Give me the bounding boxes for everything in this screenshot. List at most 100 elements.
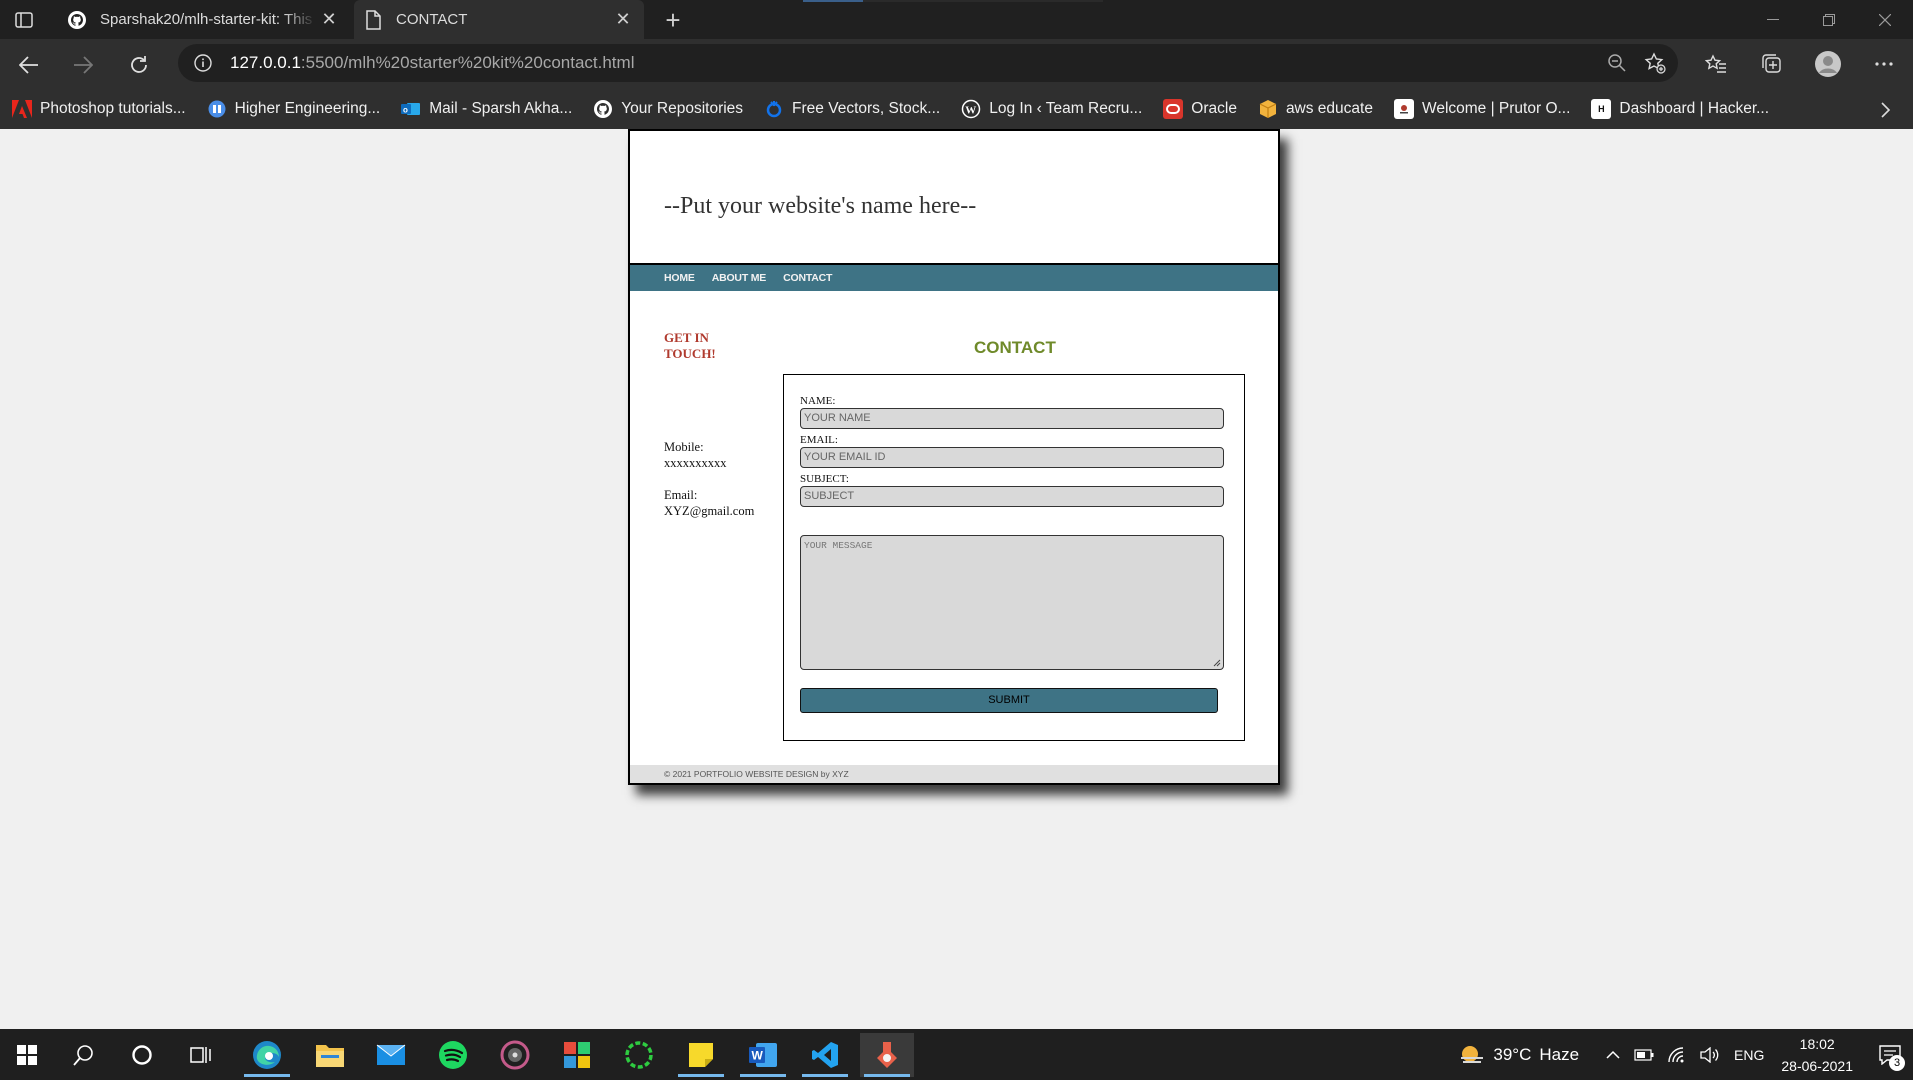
weather-haze-icon — [1461, 1045, 1484, 1063]
wifi-icon[interactable] — [1668, 1046, 1686, 1063]
bookmark-hackerrank[interactable]: H Dashboard | Hacker... — [1591, 99, 1769, 119]
site-header: --Put your website's name here-- — [630, 131, 1278, 265]
email-input[interactable]: YOUR EMAIL ID — [800, 447, 1224, 468]
chevron-up-icon[interactable] — [1606, 1050, 1620, 1059]
bookmark-free-vectors[interactable]: Free Vectors, Stock... — [764, 99, 940, 119]
clock[interactable]: 18:02 28-06-2021 — [1781, 1033, 1853, 1077]
tab-title: CONTACT — [396, 11, 468, 28]
system-tray: 39°C Haze ENG 18:02 28-06-2021 3 — [1459, 1029, 1913, 1080]
back-icon[interactable] — [12, 48, 46, 82]
window-controls — [1745, 0, 1913, 39]
resize-grip-icon[interactable] — [1213, 659, 1221, 667]
bookmark-label: Welcome | Prutor O... — [1421, 100, 1571, 117]
close-window-icon[interactable] — [1857, 0, 1913, 39]
bookmark-label: Your Repositories — [621, 100, 744, 117]
weather-temp: 39°C — [1493, 1044, 1532, 1064]
svg-text:W: W — [752, 1049, 764, 1063]
submit-button[interactable]: SUBMIT — [800, 688, 1218, 713]
file-explorer-icon[interactable] — [303, 1033, 357, 1077]
url-text[interactable]: 127.0.0.1:5500/mlh%20starter%20kit%20con… — [230, 53, 634, 73]
browser-window: Sparshak20/mlh-starter-kit: This is a st… — [0, 0, 1913, 1029]
task-view-icon[interactable] — [174, 1033, 228, 1077]
forward-icon[interactable] — [66, 48, 100, 82]
battery-icon[interactable] — [1634, 1048, 1654, 1061]
info-icon[interactable] — [192, 52, 214, 74]
address-bar[interactable]: 127.0.0.1:5500/mlh%20starter%20kit%20con… — [178, 44, 1678, 82]
adobe-icon — [12, 99, 32, 119]
clock-time: 18:02 — [1799, 1035, 1835, 1052]
bookmark-higher-engineering[interactable]: Higher Engineering... — [207, 99, 381, 119]
vscode-icon[interactable] — [798, 1033, 852, 1077]
weather-widget[interactable]: 39°C Haze — [1459, 1044, 1579, 1066]
new-tab-button[interactable]: + — [658, 5, 688, 35]
contact-form: NAME: YOUR NAME EMAIL: YOUR EMAIL ID SUB… — [783, 374, 1245, 741]
profile-avatar[interactable] — [1807, 46, 1849, 82]
tab-strip: Sparshak20/mlh-starter-kit: This is a st… — [0, 0, 1913, 39]
toolbar-right — [1695, 46, 1905, 82]
bookmark-label: Free Vectors, Stock... — [792, 100, 941, 117]
wordpress-icon: W — [961, 99, 981, 119]
svg-text:o: o — [403, 106, 408, 115]
notifications-button[interactable]: 3 — [1867, 1029, 1913, 1080]
green-app-icon[interactable] — [612, 1033, 666, 1077]
aws-icon — [1258, 99, 1278, 119]
prutor-icon — [1393, 99, 1414, 119]
drive-icon — [207, 99, 227, 119]
bookmark-oracle[interactable]: Oracle — [1163, 99, 1237, 119]
email-value: XYZ@gmail.com — [664, 504, 755, 518]
bookmark-aws-educate[interactable]: aws educate — [1258, 99, 1373, 119]
get-in-touch-heading: GET IN TOUCH! — [664, 330, 716, 361]
close-icon[interactable]: ✕ — [610, 7, 636, 33]
nav-contact[interactable]: CONTACT — [783, 272, 832, 284]
cortana-icon[interactable] — [115, 1033, 169, 1077]
mail-app-icon[interactable] — [364, 1033, 418, 1077]
nav-about-me[interactable]: ABOUT ME — [712, 272, 767, 284]
tab-actions-icon[interactable] — [10, 8, 38, 32]
message-textarea[interactable]: YOUR MESSAGE — [800, 535, 1224, 670]
subject-label: SUBJECT: — [800, 473, 849, 485]
name-label: NAME: — [800, 395, 836, 407]
bookmark-team-recruit[interactable]: W Log In ‹ Team Recru... — [961, 99, 1142, 119]
browser-toolbar: 127.0.0.1:5500/mlh%20starter%20kit%20con… — [0, 39, 1913, 89]
spotify-icon[interactable] — [426, 1033, 480, 1077]
refresh-icon[interactable] — [122, 48, 156, 82]
office-app-icon[interactable] — [550, 1033, 604, 1077]
name-input[interactable]: YOUR NAME — [800, 408, 1224, 429]
tab-title: Sparshak20/mlh-starter-kit: This is a st… — [100, 11, 316, 28]
nav-home[interactable]: HOME — [664, 272, 695, 284]
site-name: --Put your website's name here-- — [664, 193, 977, 219]
bookmark-repositories[interactable]: Your Repositories — [593, 99, 743, 119]
edge-app-icon[interactable] — [240, 1033, 294, 1077]
bookmark-label: Dashboard | Hacker... — [1619, 100, 1770, 117]
mobile-block: Mobile: xxxxxxxxxx — [664, 439, 754, 471]
word-app-icon[interactable]: W — [736, 1033, 790, 1077]
restore-icon[interactable] — [1801, 0, 1857, 39]
start-button[interactable] — [0, 1033, 54, 1077]
page-viewport: --Put your website's name here-- HOME AB… — [0, 129, 1913, 1029]
bookmark-photoshop[interactable]: Photoshop tutorials... — [12, 99, 186, 119]
contact-title: CONTACT — [974, 338, 1056, 357]
media-player-icon[interactable] — [488, 1033, 542, 1077]
bookmarks-bar: Photoshop tutorials... Higher Engineerin… — [0, 89, 1913, 129]
subject-input[interactable]: SUBJECT — [800, 486, 1224, 507]
bookmark-prutor[interactable]: Welcome | Prutor O... — [1393, 99, 1571, 119]
tab-contact[interactable]: CONTACT ✕ — [354, 0, 644, 39]
bookmark-mail[interactable]: o Mail - Sparsh Akha... — [401, 99, 572, 119]
favorites-icon[interactable] — [1695, 46, 1737, 82]
bookmark-label: Higher Engineering... — [234, 100, 381, 117]
site-footer: © 2021 PORTFOLIO WEBSITE DESIGN by XYZ — [630, 765, 1278, 783]
search-icon[interactable] — [57, 1033, 111, 1077]
minimize-icon[interactable] — [1745, 0, 1801, 39]
collections-icon[interactable] — [1751, 46, 1793, 82]
sticky-notes-icon[interactable] — [674, 1033, 728, 1077]
add-favorite-icon[interactable] — [1640, 49, 1670, 77]
language-indicator[interactable]: ENG — [1734, 1047, 1764, 1063]
volume-icon[interactable] — [1700, 1046, 1720, 1063]
chevron-right-icon[interactable] — [1873, 97, 1899, 123]
zoom-out-icon[interactable] — [1602, 49, 1632, 77]
tab-github[interactable]: Sparshak20/mlh-starter-kit: This is a st… — [58, 0, 350, 39]
active-app-icon[interactable] — [860, 1033, 914, 1077]
close-icon[interactable]: ✕ — [316, 7, 342, 33]
hackerrank-icon: H — [1591, 99, 1612, 119]
more-options-icon[interactable] — [1863, 46, 1905, 82]
